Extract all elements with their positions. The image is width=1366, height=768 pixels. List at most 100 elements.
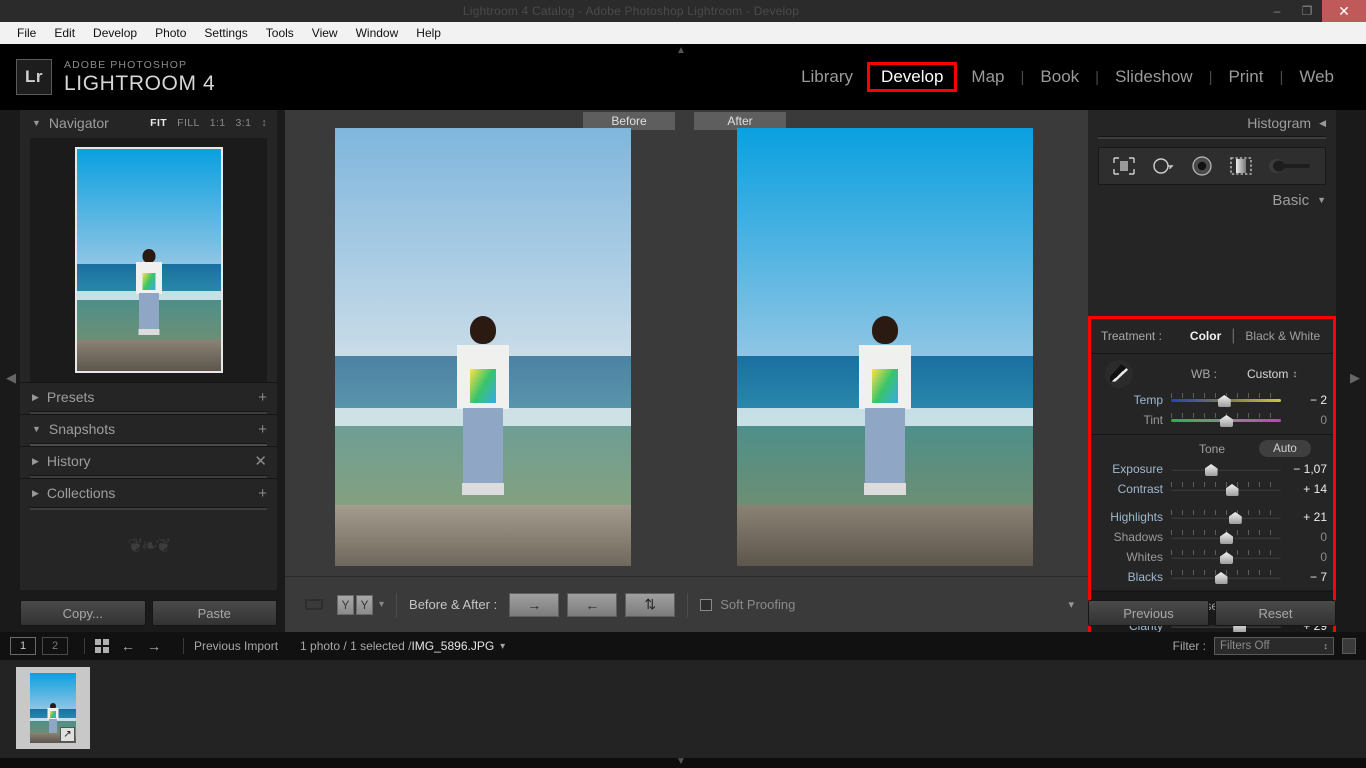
highlights-value[interactable]: + 21: [1281, 510, 1327, 524]
nav-mode-fill[interactable]: FILL: [177, 117, 200, 129]
filter-spinner-icon[interactable]: ↕: [1324, 641, 1329, 651]
filter-toggle-button[interactable]: [1342, 638, 1356, 654]
add-preset-icon[interactable]: +: [258, 390, 267, 405]
page-1-button[interactable]: 1: [10, 637, 36, 655]
menu-help[interactable]: Help: [407, 24, 450, 42]
white-balance-dropper-icon[interactable]: [1105, 360, 1133, 388]
chevron-right-icon[interactable]: ▶: [32, 392, 39, 403]
left-panel-collapse-icon[interactable]: ◀: [6, 370, 16, 386]
copy-button[interactable]: Copy...: [20, 600, 146, 626]
soft-proofing-checkbox[interactable]: [700, 599, 712, 611]
wb-value[interactable]: Custom: [1247, 367, 1288, 381]
develop-adjustment-badge-icon[interactable]: ↗: [60, 727, 75, 742]
paste-button[interactable]: Paste: [152, 600, 278, 626]
adjustment-brush-icon[interactable]: [1267, 155, 1313, 177]
close-button[interactable]: ✕: [1322, 0, 1366, 22]
wb-spinner-icon[interactable]: ↕: [1292, 369, 1297, 380]
tint-value[interactable]: 0: [1281, 413, 1327, 427]
menu-settings[interactable]: Settings: [195, 24, 256, 42]
maximize-button[interactable]: ❐: [1292, 0, 1322, 22]
identity-plate[interactable]: Lr ADOBE PHOTOSHOP LIGHTROOM 4: [0, 59, 215, 95]
menu-file[interactable]: File: [8, 24, 45, 42]
contrast-slider[interactable]: [1171, 482, 1281, 496]
swap-before-after-button[interactable]: ⇅: [625, 593, 675, 617]
reset-button[interactable]: Reset: [1215, 600, 1336, 626]
exposure-slider[interactable]: [1171, 462, 1281, 476]
module-develop[interactable]: Develop: [867, 62, 957, 92]
menu-edit[interactable]: Edit: [45, 24, 84, 42]
back-arrow-icon[interactable]: ←: [121, 638, 135, 654]
chevron-down-icon[interactable]: ▼: [32, 118, 41, 128]
treatment-color-option[interactable]: Color: [1190, 329, 1221, 343]
forward-arrow-icon[interactable]: →: [147, 638, 161, 654]
menu-view[interactable]: View: [303, 24, 347, 42]
nav-zoom-spinner-icon[interactable]: ↕: [261, 117, 267, 129]
menu-tools[interactable]: Tools: [257, 24, 303, 42]
crop-overlay-icon[interactable]: [1111, 155, 1137, 177]
view-mode-icon[interactable]: [299, 595, 329, 615]
navigator-header[interactable]: ▼ Navigator FIT FILL 1:1 3:1 ↕: [20, 110, 277, 136]
chevron-down-icon[interactable]: ▼: [32, 424, 41, 434]
page-2-button[interactable]: 2: [42, 637, 68, 655]
auto-tone-button[interactable]: Auto: [1259, 440, 1311, 457]
chevron-right-icon[interactable]: ▶: [32, 456, 39, 467]
tint-slider[interactable]: [1171, 413, 1281, 427]
exposure-value[interactable]: − 1,07: [1281, 462, 1327, 476]
copy-before-to-after-button[interactable]: ←: [567, 593, 617, 617]
flag-caret-icon[interactable]: ▾: [379, 599, 384, 610]
module-web[interactable]: Web: [1285, 64, 1348, 90]
collections-header[interactable]: ▶ Collections +: [20, 479, 277, 507]
clear-history-icon[interactable]: ✕: [254, 454, 267, 469]
nav-mode-1-1[interactable]: 1:1: [210, 117, 226, 129]
histogram-header[interactable]: Histogram ◀: [1088, 110, 1336, 136]
filmstrip-resize-handle[interactable]: ▼: [676, 756, 686, 767]
module-map[interactable]: Map: [957, 64, 1018, 90]
exposure-knob[interactable]: [1205, 464, 1218, 476]
treatment-bw-option[interactable]: Black & White: [1245, 329, 1320, 343]
history-header[interactable]: ▶ History ✕: [20, 447, 277, 475]
soft-proofing-label[interactable]: Soft Proofing: [720, 597, 795, 612]
module-library[interactable]: Library: [787, 64, 867, 90]
spot-removal-icon[interactable]: [1150, 155, 1176, 177]
whites-value[interactable]: 0: [1281, 550, 1327, 564]
flag-pick-icon[interactable]: Y: [337, 595, 354, 615]
menu-window[interactable]: Window: [347, 24, 408, 42]
add-snapshot-icon[interactable]: +: [258, 422, 267, 437]
top-panel-resize-handle[interactable]: ▲: [676, 45, 686, 56]
after-pane[interactable]: After: [685, 110, 1084, 576]
chevron-down-icon[interactable]: ▾: [500, 641, 505, 652]
after-image[interactable]: [737, 128, 1033, 566]
filter-select[interactable]: Filters Off ↕: [1214, 637, 1334, 655]
chevron-left-icon[interactable]: ◀: [1319, 118, 1326, 129]
module-book[interactable]: Book: [1026, 64, 1093, 90]
toolbar-collapse-icon[interactable]: ▾: [1068, 598, 1074, 611]
shadows-value[interactable]: 0: [1281, 530, 1327, 544]
navigator-preview[interactable]: [30, 138, 267, 382]
menu-develop[interactable]: Develop: [84, 24, 146, 42]
blacks-slider[interactable]: [1171, 570, 1281, 584]
snapshots-header[interactable]: ▼ Snapshots +: [20, 415, 277, 443]
nav-mode-3-1[interactable]: 3:1: [236, 117, 252, 129]
before-pane[interactable]: Before: [285, 110, 684, 576]
nav-mode-fit[interactable]: FIT: [150, 117, 167, 129]
previous-button[interactable]: Previous: [1088, 600, 1209, 626]
red-eye-icon[interactable]: [1189, 155, 1215, 177]
basic-panel-header[interactable]: Basic ▼: [1088, 185, 1336, 215]
before-image[interactable]: [335, 128, 631, 566]
graduated-filter-icon[interactable]: [1228, 155, 1254, 177]
filmstrip-item[interactable]: ↗: [16, 667, 90, 749]
module-print[interactable]: Print: [1214, 64, 1277, 90]
chevron-right-icon[interactable]: ▶: [32, 488, 39, 499]
highlights-slider[interactable]: [1171, 510, 1281, 524]
source-label[interactable]: Previous Import: [194, 639, 278, 653]
copy-after-to-before-button[interactable]: →: [509, 593, 559, 617]
temp-slider[interactable]: [1171, 393, 1281, 407]
minimize-button[interactable]: –: [1262, 0, 1292, 22]
flag-reject-icon[interactable]: Y: [356, 595, 373, 615]
grid-view-icon[interactable]: [95, 639, 109, 653]
whites-slider[interactable]: [1171, 550, 1281, 564]
temp-value[interactable]: − 2: [1281, 393, 1327, 407]
shadows-slider[interactable]: [1171, 530, 1281, 544]
add-collection-icon[interactable]: +: [258, 486, 267, 501]
right-panel-collapse-icon[interactable]: ▶: [1350, 370, 1360, 386]
